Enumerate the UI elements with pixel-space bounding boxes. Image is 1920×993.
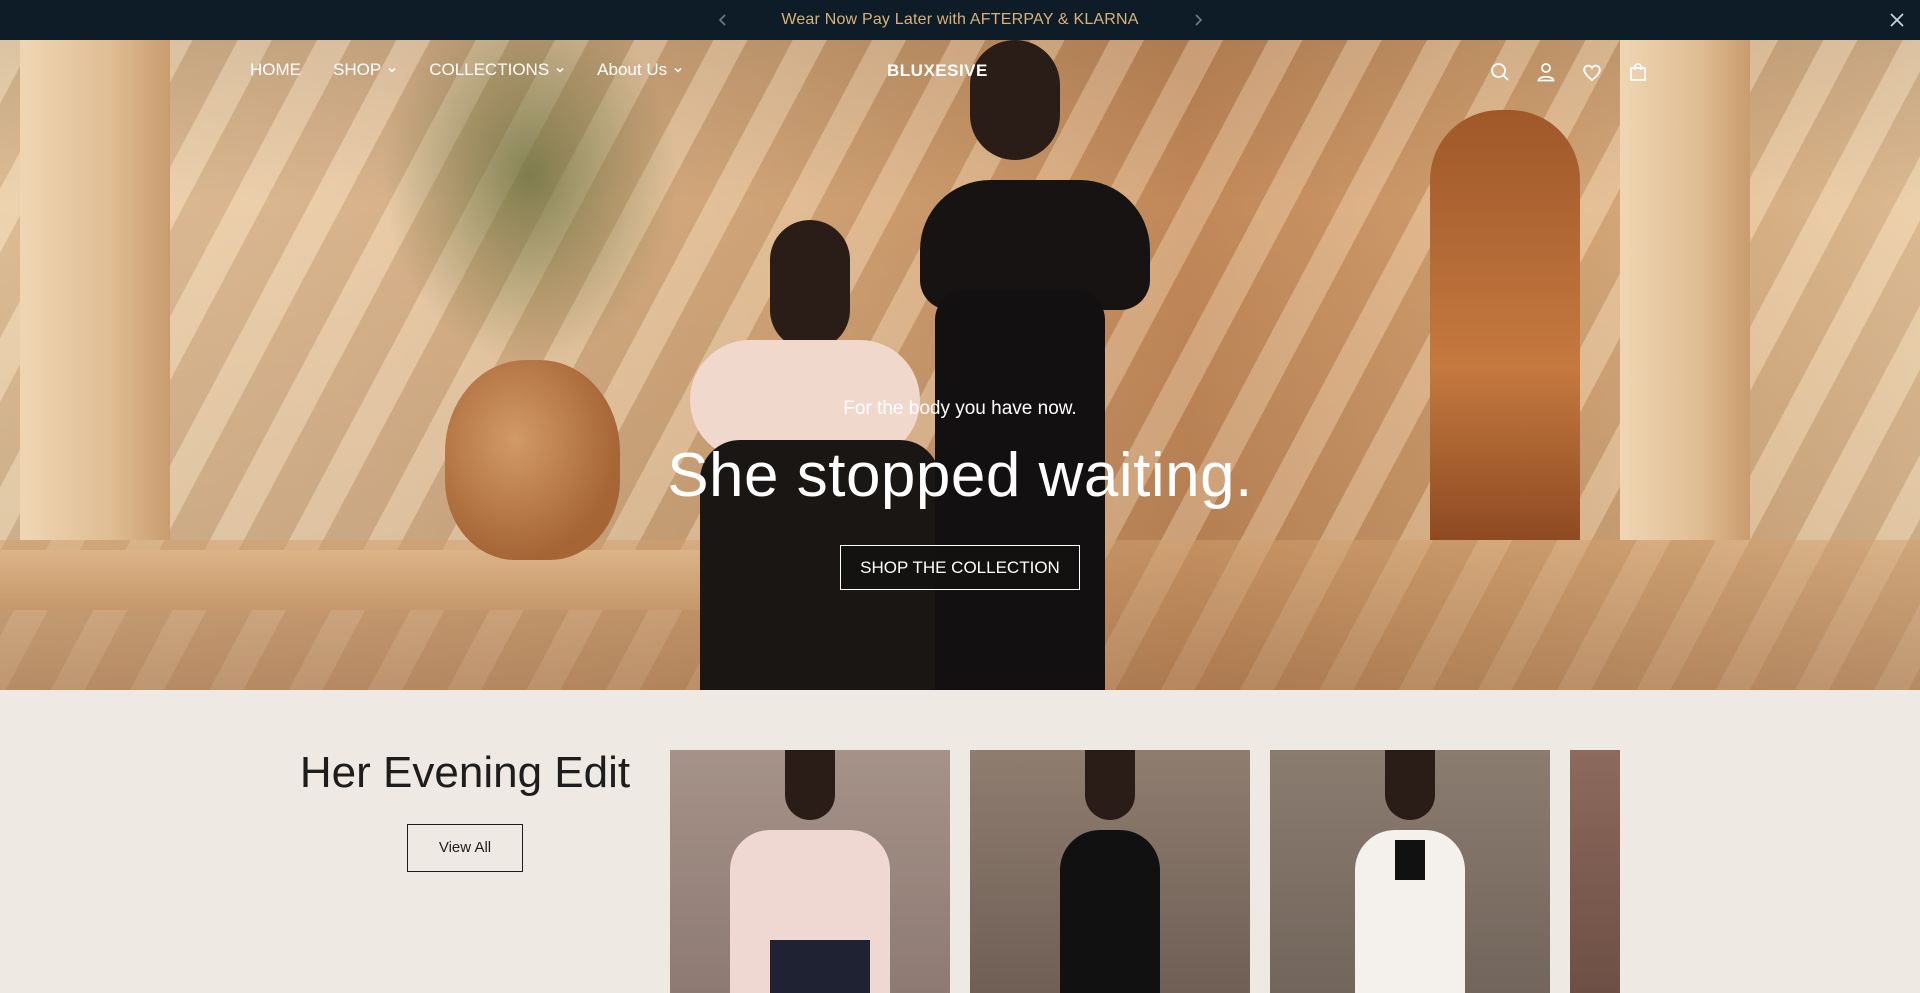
- view-all-button[interactable]: View All: [407, 824, 523, 872]
- hero-headline: She stopped waiting.: [667, 441, 1253, 510]
- chevron-right-icon[interactable]: [1188, 10, 1208, 30]
- product-card[interactable]: [1270, 750, 1550, 993]
- announcement-message[interactable]: Wear Now Pay Later with AFTERPAY & KLARN…: [781, 11, 1138, 29]
- hero-content: For the body you have now. She stopped w…: [0, 40, 1920, 690]
- evening-edit-section: Her Evening Edit View All: [0, 690, 1920, 993]
- close-icon[interactable]: [1886, 9, 1908, 31]
- product-card-partial[interactable]: [1570, 750, 1620, 993]
- product-image-model: [1085, 750, 1135, 820]
- product-image-outfit: [1060, 830, 1160, 993]
- product-image-pants: [770, 940, 870, 993]
- product-image-top: [1395, 840, 1425, 880]
- shop-the-collection-button[interactable]: SHOP THE COLLECTION: [840, 545, 1080, 590]
- hero-kicker: For the body you have now.: [843, 398, 1077, 419]
- section-title: Her Evening Edit: [299, 748, 631, 797]
- product-image-model: [785, 750, 835, 820]
- product-card[interactable]: [970, 750, 1250, 993]
- product-image-model: [1385, 750, 1435, 820]
- product-card[interactable]: [670, 750, 950, 993]
- chevron-left-icon[interactable]: [713, 10, 733, 30]
- announcement-bar: Wear Now Pay Later with AFTERPAY & KLARN…: [0, 0, 1920, 40]
